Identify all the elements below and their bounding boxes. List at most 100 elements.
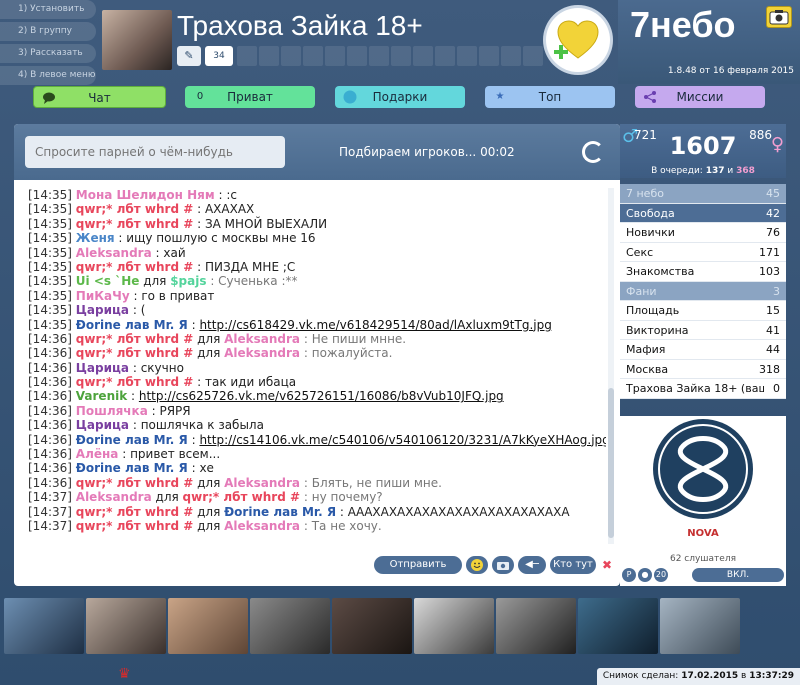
- room-item[interactable]: 7 небо 45: [620, 184, 786, 204]
- message-author[interactable]: Aleksandra: [224, 332, 300, 346]
- send-button[interactable]: Отправить: [374, 556, 462, 574]
- user-photo[interactable]: [332, 598, 412, 654]
- message-author[interactable]: Ðorine лав Mr. Я: [224, 505, 336, 519]
- message-author[interactable]: qwr;* лбт whrd #: [76, 217, 194, 231]
- chat-message: [14:35] ПиКаЧу : го в приват: [28, 289, 606, 303]
- message-author[interactable]: Aleksandra: [76, 246, 152, 260]
- room-item[interactable]: Свобода 42: [620, 203, 786, 223]
- close-icon[interactable]: ✖: [600, 556, 614, 574]
- tab-private[interactable]: 0 Приват: [185, 86, 315, 108]
- gift-slot[interactable]: [391, 46, 411, 66]
- tab-top[interactable]: ★ Топ: [485, 86, 615, 108]
- message-author[interactable]: qwr;* лбт whrd #: [183, 490, 301, 504]
- message-author[interactable]: qwr;* лбт whrd #: [76, 519, 194, 533]
- gift-slot[interactable]: [523, 46, 543, 66]
- gift-slot[interactable]: [501, 46, 521, 66]
- message-author[interactable]: Aleksandra: [76, 490, 152, 504]
- user-photo[interactable]: [496, 598, 576, 654]
- user-photo[interactable]: [414, 598, 494, 654]
- message-author[interactable]: qwr;* лбт whrd #: [76, 505, 194, 519]
- message-author[interactable]: Царица: [76, 418, 129, 432]
- message-author[interactable]: Ðorine лав Mr. Я: [76, 461, 188, 475]
- message-author[interactable]: Царица: [76, 361, 129, 375]
- gift-slot[interactable]: [259, 46, 279, 66]
- message-author[interactable]: Aleksandra: [224, 519, 300, 533]
- tab-gifts[interactable]: Подарки: [335, 86, 465, 108]
- message-link[interactable]: http://cs625726.vk.me/v625726151/16086/b…: [139, 389, 504, 403]
- gift-slot[interactable]: [281, 46, 301, 66]
- user-photo[interactable]: [86, 598, 166, 654]
- message-author[interactable]: $pajs: [170, 274, 206, 288]
- message-author[interactable]: Ðorine лав Mr. Я: [76, 318, 188, 332]
- radio-play-button[interactable]: ●: [638, 568, 652, 582]
- message-link[interactable]: http://cs618429.vk.me/v618429514/80ad/lA…: [199, 318, 551, 332]
- gift-slot[interactable]: [413, 46, 433, 66]
- add-heart-button[interactable]: [546, 8, 610, 72]
- user-photo[interactable]: [168, 598, 248, 654]
- message-author[interactable]: Пошлячка: [76, 404, 148, 418]
- message-author[interactable]: Мона Шелидон Ням: [76, 188, 215, 202]
- edit-profile-button[interactable]: ✎: [177, 46, 201, 66]
- arrow-button[interactable]: ◀─: [518, 556, 546, 574]
- radio-volume[interactable]: 20: [654, 568, 668, 582]
- message-author[interactable]: ПиКаЧу: [76, 289, 130, 303]
- room-item[interactable]: Москва 318: [620, 359, 786, 379]
- chat-panel: Подбираем игроков... 00:02 [14:35] Мона …: [14, 124, 620, 586]
- room-name: Мафия: [626, 343, 666, 356]
- message-author[interactable]: qwr;* лбт whrd #: [76, 332, 194, 346]
- ask-input[interactable]: [25, 136, 285, 168]
- room-item[interactable]: Викторина 41: [620, 320, 786, 340]
- message-text: для: [193, 346, 225, 361]
- room-item[interactable]: Фани 3: [620, 281, 786, 301]
- message-author[interactable]: Varenik: [76, 389, 127, 403]
- room-item[interactable]: Новички 76: [620, 223, 786, 243]
- message-author[interactable]: Aleksandra: [224, 476, 300, 490]
- message-author[interactable]: Ui <s `He: [76, 274, 140, 288]
- message-author[interactable]: Женя: [76, 231, 115, 245]
- room-item[interactable]: Знакомства 103: [620, 262, 786, 282]
- user-photo[interactable]: [578, 598, 658, 654]
- chat-scrollbar[interactable]: [608, 188, 614, 544]
- message-author[interactable]: qwr;* лбт whrd #: [76, 476, 194, 490]
- gift-slot[interactable]: [435, 46, 455, 66]
- message-author[interactable]: qwr;* лбт whrd #: [76, 202, 194, 216]
- photo-strip: [0, 598, 800, 654]
- crown-icon[interactable]: ♛: [118, 666, 131, 682]
- user-photo[interactable]: [660, 598, 740, 654]
- photo-button[interactable]: [492, 556, 514, 574]
- radio-p-button[interactable]: P: [622, 568, 636, 582]
- user-photo[interactable]: [4, 598, 84, 654]
- radio-on-button[interactable]: ВКЛ.: [692, 568, 784, 582]
- message-author[interactable]: Ðorine лав Mr. Я: [76, 433, 188, 447]
- gift-slot[interactable]: [369, 46, 389, 66]
- who-here-button[interactable]: Кто тут: [550, 556, 596, 574]
- message-author[interactable]: Царица: [76, 303, 129, 317]
- room-item[interactable]: Мафия 44: [620, 340, 786, 360]
- room-name: Площадь: [626, 304, 680, 317]
- smiley-button[interactable]: [466, 556, 488, 574]
- gift-slot[interactable]: [325, 46, 345, 66]
- message-author[interactable]: qwr;* лбт whrd #: [76, 260, 194, 274]
- gift-slot[interactable]: [303, 46, 323, 66]
- gift-slot[interactable]: [237, 46, 257, 66]
- room-item[interactable]: Секс 171: [620, 242, 786, 262]
- room-item[interactable]: Площадь 15: [620, 301, 786, 321]
- gift-slot[interactable]: [347, 46, 367, 66]
- profile-name: Трахова Зайка 18+: [177, 10, 423, 41]
- camera-icon[interactable]: [766, 6, 792, 28]
- message-author[interactable]: Алёна: [76, 447, 119, 461]
- tab-missions[interactable]: Миссии: [635, 86, 765, 108]
- smiley-icon: [471, 559, 483, 571]
- message-author[interactable]: qwr;* лбт whrd #: [76, 375, 194, 389]
- message-author[interactable]: Aleksandra: [224, 346, 300, 360]
- profile-avatar[interactable]: [102, 10, 172, 70]
- message-link[interactable]: http://cs14106.vk.me/c540106/v540106120/…: [199, 433, 606, 447]
- gift-slot[interactable]: [479, 46, 499, 66]
- gift-slot[interactable]: [457, 46, 477, 66]
- user-photo[interactable]: [250, 598, 330, 654]
- tab-chat[interactable]: Чат: [33, 86, 166, 108]
- message-text: : го в приват: [129, 288, 215, 303]
- message-author[interactable]: qwr;* лбт whrd #: [76, 346, 194, 360]
- scrollbar-thumb[interactable]: [608, 388, 614, 538]
- room-item[interactable]: Трахова Зайка 18+ (ваш 0: [620, 379, 786, 399]
